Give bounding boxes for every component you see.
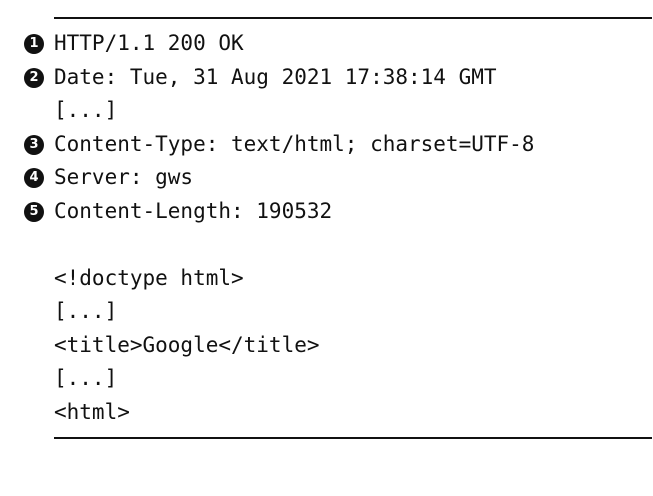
body-html-line: <html> (0, 396, 653, 430)
header-content-type-line: 3 Content-Type: text/html; charset=UTF-8 (0, 128, 653, 162)
code-line: Content-Length: 190532 (54, 198, 333, 223)
header-server-line: 4 Server: gws (0, 161, 653, 195)
code-line: HTTP/1.1 200 OK (54, 31, 244, 55)
code-line: [...] (54, 366, 118, 390)
http-response-listing: 1 HTTP/1.1 200 OK 2 Date: Tue, 31 Aug 20… (0, 27, 653, 429)
code-line: <html> (54, 399, 130, 424)
ellipsis-line: [...] (0, 295, 653, 329)
code-line: <title>Google</title> (54, 332, 320, 357)
ellipsis-line: [...] (0, 362, 653, 396)
top-rule (54, 17, 652, 19)
callout-5: 5 (24, 201, 44, 222)
callout-2: 2 (24, 67, 44, 88)
code-line: [...] (54, 299, 118, 323)
code-line: Server: gws (54, 165, 194, 189)
body-title-line: <title>Google</title> (0, 329, 653, 363)
callout-3: 3 (24, 134, 44, 155)
callout-1: 1 (24, 34, 44, 54)
header-date-line: 2 Date: Tue, 31 Aug 2021 17:38:14 GMT (0, 61, 653, 95)
code-line: <!doctype html> (54, 265, 244, 290)
bottom-rule (54, 437, 652, 439)
callout-4: 4 (24, 168, 44, 188)
status-line: 1 HTTP/1.1 200 OK (0, 27, 653, 61)
code-line: Content-Type: text/html; charset=UTF-8 (54, 131, 535, 156)
code-line: [...] (54, 98, 118, 122)
body-doctype-line: <!doctype html> (0, 262, 653, 296)
code-line: Date: Tue, 31 Aug 2021 17:38:14 GMT (54, 64, 497, 89)
header-content-length-line: 5 Content-Length: 190532 (0, 195, 653, 229)
ellipsis-line: [...] (0, 94, 653, 128)
